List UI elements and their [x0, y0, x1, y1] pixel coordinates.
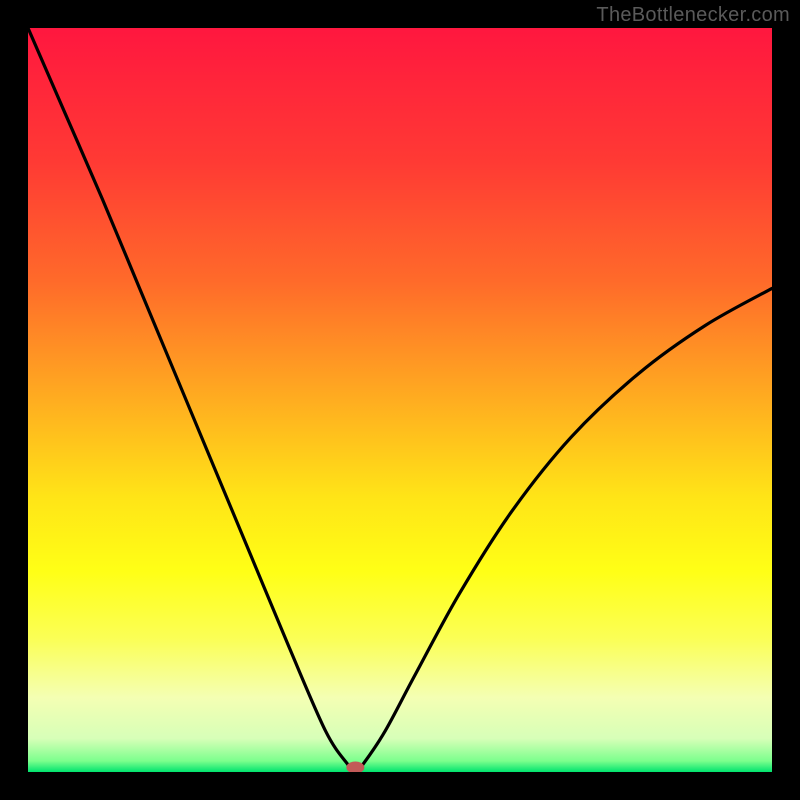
gradient-background: [28, 28, 772, 772]
watermark-text: TheBottlenecker.com: [596, 4, 790, 27]
chart-frame: TheBottlenecker.com: [0, 0, 800, 800]
bottleneck-chart: [28, 28, 772, 772]
plot-area: [28, 28, 772, 772]
